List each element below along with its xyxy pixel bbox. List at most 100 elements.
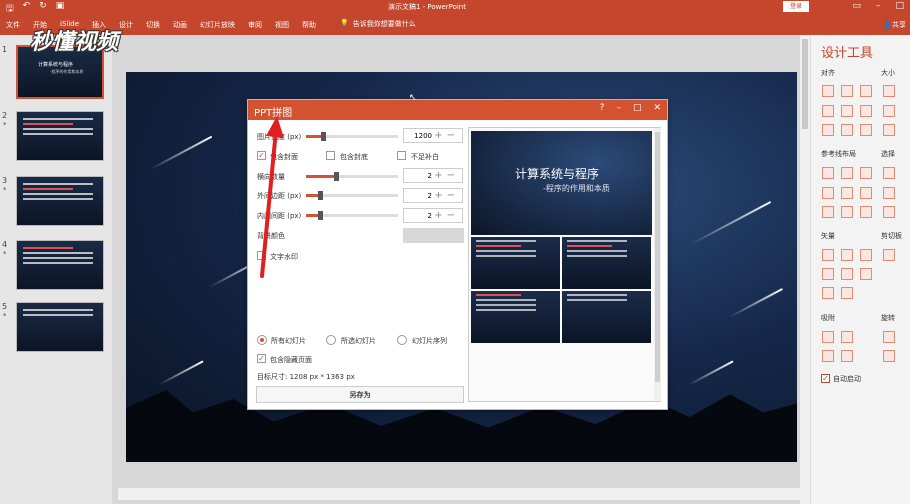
radio-selected-slides[interactable] — [326, 335, 336, 345]
distribute-h-icon[interactable] — [822, 124, 834, 136]
tab-view[interactable]: 视图 — [275, 20, 289, 30]
horizontal-scrollbar[interactable] — [118, 488, 800, 500]
align-middle-icon[interactable] — [841, 105, 853, 117]
same-size-icon[interactable] — [883, 124, 895, 136]
tab-animations[interactable]: 动画 — [173, 20, 187, 30]
outer-margin-label: 外间边距 (px) — [257, 192, 302, 200]
outer-margin-input[interactable]: 2 +− — [403, 188, 463, 203]
snap-icon[interactable] — [841, 331, 853, 343]
include-hidden-checkbox[interactable]: ✓ — [257, 354, 266, 363]
save-as-button[interactable]: 另存为 — [256, 386, 464, 403]
rotate-icon[interactable] — [883, 350, 895, 362]
vector-shape-icon[interactable] — [860, 268, 872, 280]
inner-margin-slider[interactable] — [306, 211, 398, 220]
tab-file[interactable]: 文件 — [6, 20, 20, 30]
vertical-scrollbar[interactable] — [800, 35, 810, 504]
tell-me-box[interactable]: 💡 告诉我你想要做什么 — [340, 19, 416, 29]
close-icon[interactable]: ✕ — [653, 103, 661, 113]
autostart-checkbox[interactable]: ✓ — [821, 374, 830, 383]
edit-points-icon[interactable] — [841, 287, 853, 299]
guide-layout-icon[interactable] — [841, 167, 853, 179]
guide-layout-icon[interactable] — [860, 167, 872, 179]
tab-transitions[interactable]: 切换 — [146, 20, 160, 30]
same-width-icon[interactable] — [883, 85, 895, 97]
distribute-v-icon[interactable] — [841, 124, 853, 136]
slide-number: 1 — [2, 45, 8, 54]
snap-icon[interactable] — [822, 331, 834, 343]
vector-combine-icon[interactable] — [841, 249, 853, 261]
copy-icon[interactable] — [883, 249, 895, 261]
guide-layout-icon[interactable] — [860, 206, 872, 218]
radio-all-slides[interactable] — [257, 335, 267, 345]
minimize-icon[interactable]: – — [876, 1, 881, 11]
login-button[interactable]: 登录 — [783, 1, 809, 12]
maximize-icon[interactable]: □ — [633, 103, 642, 113]
ribbon-display-icon[interactable]: ▭ — [852, 1, 861, 11]
tab-slideshow[interactable]: 幻灯片放映 — [200, 20, 235, 30]
vector-fragment-icon[interactable] — [860, 249, 872, 261]
include-hidden-label: 包含隐藏页面 — [270, 356, 312, 364]
align-left-icon[interactable] — [822, 85, 834, 97]
select-icon[interactable] — [883, 187, 895, 199]
window-controls: ▭ – □ — [852, 1, 904, 11]
snap-icon[interactable] — [841, 350, 853, 362]
text-watermark-checkbox[interactable] — [257, 251, 266, 260]
include-cover-checkbox[interactable]: ✓ — [257, 151, 266, 160]
snap-icon[interactable] — [822, 350, 834, 362]
guide-layout-icon[interactable] — [841, 187, 853, 199]
bg-color-picker[interactable] — [403, 228, 464, 243]
thumb-title: 计算系统与程序 — [38, 62, 74, 68]
radio-slide-sequence[interactable] — [397, 335, 407, 345]
slider-handle[interactable] — [320, 132, 326, 141]
help-icon[interactable]: ? — [600, 103, 605, 113]
maximize-icon[interactable]: □ — [895, 1, 904, 11]
vector-union-icon[interactable] — [822, 249, 834, 261]
rotate-icon[interactable] — [883, 331, 895, 343]
inner-margin-label: 内间间距 (px) — [257, 212, 302, 220]
columns-input[interactable]: 2 +− — [403, 168, 463, 183]
stepper-icon[interactable]: +− — [434, 170, 459, 181]
preview-scrollbar[interactable] — [654, 128, 661, 401]
image-width-slider[interactable] — [306, 132, 398, 141]
guide-layout-icon[interactable] — [822, 206, 834, 218]
stepper-icon[interactable]: +− — [434, 130, 459, 141]
select-icon[interactable] — [883, 206, 895, 218]
tab-help[interactable]: 帮助 — [302, 20, 316, 30]
align-right-icon[interactable] — [860, 85, 872, 97]
minimize-icon[interactable]: – — [616, 103, 621, 113]
tab-design[interactable]: 设计 — [119, 20, 133, 30]
guide-layout-icon[interactable] — [822, 187, 834, 199]
image-width-input[interactable]: 1200 +− — [403, 128, 463, 143]
stepper-icon[interactable]: +− — [434, 190, 459, 201]
align-top-icon[interactable] — [822, 105, 834, 117]
columns-slider[interactable] — [306, 172, 398, 181]
guide-layout-icon[interactable] — [822, 167, 834, 179]
text-tool-icon[interactable] — [822, 287, 834, 299]
section-rotate: 旋转 — [881, 314, 895, 322]
preview-slide — [471, 237, 560, 289]
align-center-icon[interactable] — [841, 85, 853, 97]
guide-layout-icon[interactable] — [860, 187, 872, 199]
tab-review[interactable]: 审阅 — [248, 20, 262, 30]
slider-handle[interactable] — [318, 191, 323, 200]
guide-layout-icon[interactable] — [841, 206, 853, 218]
input-value: 2 — [427, 192, 432, 200]
grid-align-icon[interactable] — [860, 124, 872, 136]
slider-handle[interactable] — [334, 172, 339, 181]
section-align: 对齐 — [821, 69, 835, 77]
inner-margin-input[interactable]: 2 +− — [403, 208, 463, 223]
share-button[interactable]: 👤共享 — [883, 20, 906, 30]
align-bottom-icon[interactable] — [860, 105, 872, 117]
title-bar: 🖫 ↶ ↻ ▣ 演示文稿1 - PowerPoint 登录 ▭ – □ — [0, 0, 910, 14]
include-back-checkbox[interactable] — [326, 151, 335, 160]
vector-intersect-icon[interactable] — [822, 268, 834, 280]
same-height-icon[interactable] — [883, 105, 895, 117]
slider-handle[interactable] — [318, 211, 323, 220]
select-icon[interactable] — [883, 167, 895, 179]
outer-margin-slider[interactable] — [306, 191, 398, 200]
vector-subtract-icon[interactable] — [841, 268, 853, 280]
include-cover-label: 包含封面 — [270, 153, 298, 161]
mouse-cursor-icon: ↖ — [409, 93, 417, 103]
stepper-icon[interactable]: +− — [434, 210, 459, 221]
no-fill-checkbox[interactable] — [397, 151, 406, 160]
